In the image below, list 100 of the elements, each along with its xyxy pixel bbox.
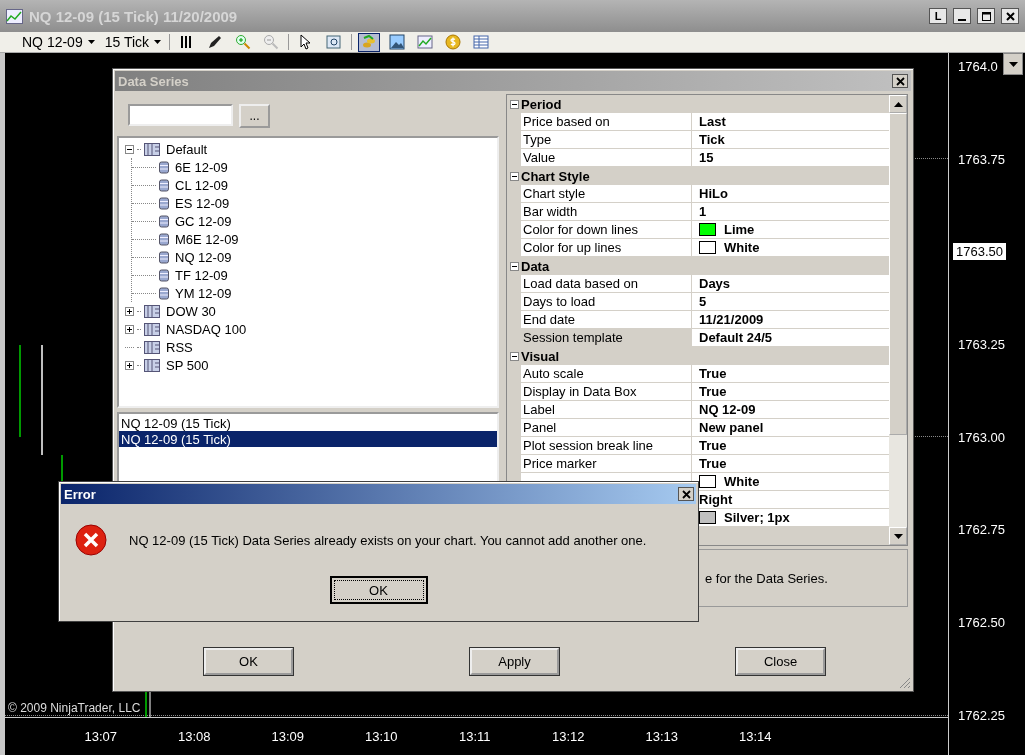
property-label[interactable]: Panel [521, 419, 692, 437]
price-label: 1764.0 [957, 58, 999, 75]
property-label[interactable]: Load data based on [521, 275, 692, 293]
period-dropdown[interactable]: 15 Tick [102, 34, 164, 50]
expand-toggle[interactable] [125, 360, 134, 370]
tree-item[interactable]: Default [166, 141, 208, 157]
table-icon [473, 34, 490, 50]
property-label[interactable]: Days to load [521, 293, 692, 311]
close-button[interactable] [678, 487, 694, 501]
tree-item[interactable]: YM 12-09 [175, 285, 232, 301]
expand-toggle[interactable] [125, 306, 134, 316]
error-icon [75, 524, 107, 556]
scroll-button[interactable] [1003, 53, 1023, 75]
collapse-toggle[interactable] [509, 99, 519, 109]
property-value[interactable]: Last [692, 113, 889, 131]
property-value[interactable]: White [692, 473, 889, 491]
property-label[interactable]: Bar width [521, 203, 692, 221]
property-value[interactable]: HiLo [692, 185, 889, 203]
minimize-icon [958, 18, 966, 21]
property-label[interactable]: End date [521, 311, 692, 329]
property-value[interactable]: 11/21/2009 [692, 311, 889, 329]
category-header: Visual [521, 348, 560, 364]
database-icon [159, 286, 169, 300]
tree-item[interactable]: ES 12-09 [175, 195, 230, 211]
close-icon [681, 489, 691, 499]
tree-item[interactable]: M6E 12-09 [175, 231, 239, 247]
tree-item[interactable]: TF 12-09 [175, 267, 228, 283]
property-value[interactable]: True [692, 455, 889, 473]
property-value[interactable]: True [692, 437, 889, 455]
toolbar-button[interactable] [358, 32, 381, 52]
description-text: e for the Data Series. [705, 570, 828, 586]
property-label[interactable]: Price marker [521, 455, 692, 473]
property-value[interactable]: 5 [692, 293, 889, 311]
expand-toggle[interactable] [125, 324, 134, 334]
time-label: 13:08 [176, 729, 212, 744]
resize-grip-icon [899, 677, 911, 689]
property-label[interactable]: Color for up lines [521, 239, 692, 257]
tree-item[interactable]: SP 500 [166, 357, 209, 373]
tree-item[interactable]: NASDAQ 100 [166, 321, 247, 337]
minimize-button[interactable] [953, 8, 971, 24]
property-value[interactable]: Tick [692, 131, 889, 149]
property-value[interactable]: Lime [692, 221, 889, 239]
collapse-toggle[interactable] [509, 351, 519, 361]
category-header: Chart Style [521, 168, 590, 184]
scroll-down-button[interactable] [889, 527, 907, 545]
property-label[interactable]: Value [521, 149, 692, 167]
list-item[interactable]: NQ 12-09 (15 Tick) [119, 431, 497, 447]
tree-item[interactable]: 6E 12-09 [175, 159, 228, 175]
tree-item[interactable]: NQ 12-09 [175, 249, 232, 265]
dialog-button[interactable]: Apply [470, 648, 559, 675]
close-button[interactable] [892, 74, 908, 88]
dialog-button[interactable]: Close [736, 648, 825, 675]
price-label: 1762.75 [957, 521, 1006, 539]
property-label[interactable]: Price based on [521, 113, 692, 131]
property-label[interactable]: Color for down lines [521, 221, 692, 239]
property-value[interactable]: True [692, 365, 889, 383]
coins-icon [361, 34, 378, 50]
time-label: 13:12 [550, 729, 586, 744]
category-header: Period [521, 96, 562, 112]
caption-button[interactable]: L [929, 8, 947, 24]
database-icon [159, 268, 169, 282]
ok-button[interactable]: OK [329, 576, 428, 604]
property-value[interactable]: Default 24/5 [692, 329, 889, 347]
search-field[interactable] [128, 104, 233, 126]
database-group-icon [144, 304, 160, 318]
pencil-icon [207, 34, 224, 50]
property-label[interactable]: Display in Data Box [521, 383, 692, 401]
tree-item[interactable]: GC 12-09 [175, 213, 232, 229]
collapse-toggle[interactable] [125, 144, 134, 154]
time-label: 13:11 [457, 729, 492, 744]
caret-icon [1008, 61, 1018, 67]
property-value[interactable]: 1 [692, 203, 889, 221]
tree-item[interactable]: DOW 30 [166, 303, 216, 319]
property-label[interactable]: Label [521, 401, 692, 419]
price-label: 1763.00 [957, 428, 1006, 446]
property-value[interactable]: True [692, 383, 889, 401]
property-label[interactable]: Auto scale [521, 365, 692, 383]
window-title: NQ 12-09 (15 Tick) 11/20/2009 [29, 7, 239, 25]
browse-button[interactable]: ... [239, 104, 270, 128]
property-value[interactable]: NQ 12-09 [692, 401, 889, 419]
tree-item[interactable]: RSS [166, 339, 193, 355]
maximize-button[interactable] [977, 8, 995, 24]
collapse-toggle[interactable] [509, 171, 519, 181]
collapse-toggle[interactable] [509, 261, 519, 271]
scroll-up-button[interactable] [889, 95, 907, 113]
chart-icon [417, 34, 434, 50]
property-label[interactable]: Plot session break line [521, 437, 692, 455]
property-value[interactable]: 15 [692, 149, 889, 167]
scrollbar[interactable] [889, 95, 907, 545]
copyright-text: © 2009 NinjaTrader, LLC [8, 701, 141, 715]
property-label[interactable]: Chart style [521, 185, 692, 203]
tree-item[interactable]: CL 12-09 [175, 177, 228, 193]
property-label[interactable]: Type [521, 131, 692, 149]
instrument-dropdown[interactable]: NQ 12-09 [20, 34, 97, 50]
dialog-button[interactable]: OK [204, 648, 293, 675]
property-value[interactable]: White [692, 239, 889, 257]
database-icon [159, 178, 169, 192]
property-value[interactable]: Days [692, 275, 889, 293]
close-button[interactable] [1001, 8, 1019, 24]
property-value[interactable]: New panel [692, 419, 889, 437]
